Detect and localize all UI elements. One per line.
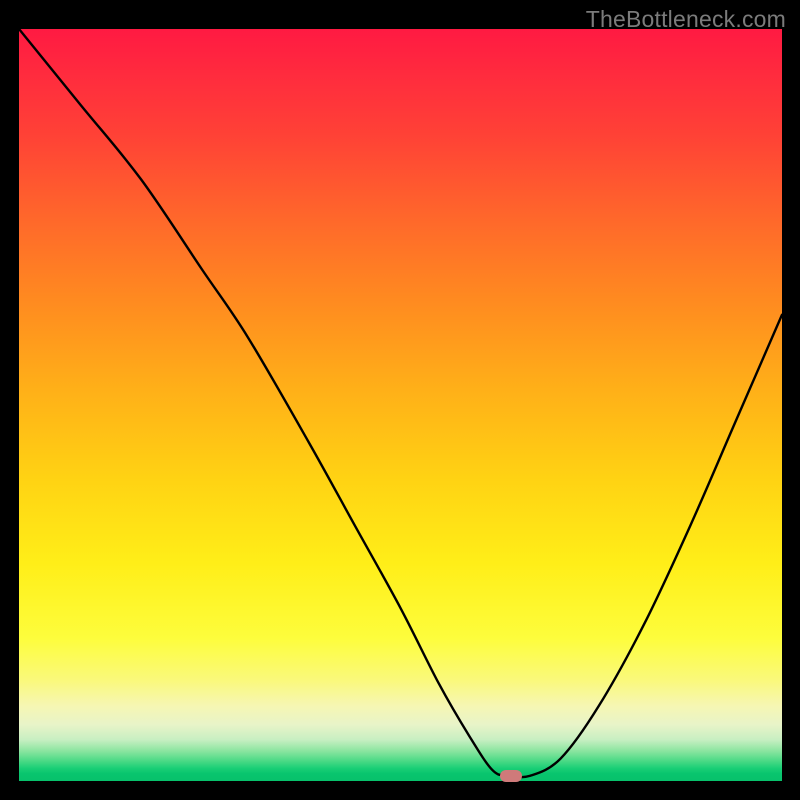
chart-stage: TheBottleneck.com xyxy=(0,0,800,800)
optimum-marker xyxy=(500,770,522,782)
bottleneck-curve xyxy=(19,29,782,781)
plot-area xyxy=(19,29,782,781)
watermark-label: TheBottleneck.com xyxy=(586,6,786,33)
